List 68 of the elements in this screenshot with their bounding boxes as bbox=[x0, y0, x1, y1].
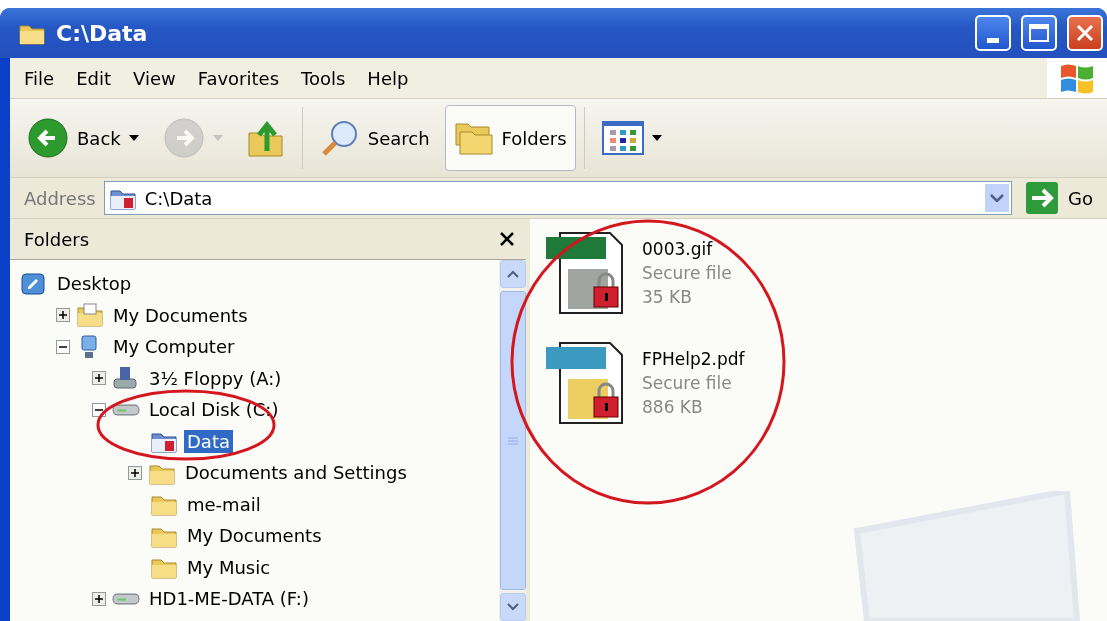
go-button[interactable]: Go bbox=[1020, 182, 1099, 214]
floppy-drive-icon bbox=[112, 365, 140, 392]
address-label: Address bbox=[24, 187, 96, 209]
chevron-down-icon bbox=[990, 194, 1005, 202]
chevron-up-icon bbox=[507, 270, 519, 278]
scroll-thumb[interactable] bbox=[500, 291, 526, 590]
expand-toggle[interactable] bbox=[92, 591, 106, 606]
collapse-toggle[interactable] bbox=[56, 339, 70, 354]
file-name[interactable]: 0003.gif bbox=[642, 237, 732, 261]
menu-item[interactable]: Edit bbox=[76, 67, 111, 89]
caret-icon bbox=[651, 135, 662, 141]
menu-item[interactable]: Tools bbox=[301, 67, 346, 89]
expand-toggle[interactable] bbox=[128, 465, 142, 480]
tree-item[interactable]: HD1-ME-DATA (F:) bbox=[146, 587, 312, 611]
views-grid-icon bbox=[601, 121, 644, 155]
scrollbar[interactable] bbox=[499, 260, 526, 621]
minimize-button[interactable] bbox=[975, 15, 1011, 51]
menu-item[interactable]: Help bbox=[367, 67, 409, 89]
window-title: C:\Data bbox=[56, 20, 149, 46]
plus-icon bbox=[94, 593, 104, 604]
scroll-up-button[interactable] bbox=[500, 260, 526, 288]
tree-item[interactable]: My Computer bbox=[110, 335, 238, 359]
address-field[interactable]: C:\Data bbox=[103, 181, 1013, 215]
caret-icon bbox=[212, 135, 223, 141]
pane-title: Folders bbox=[24, 228, 89, 250]
close-icon bbox=[500, 232, 514, 246]
search-button[interactable]: Search bbox=[310, 105, 439, 171]
grip-icon bbox=[508, 436, 518, 445]
expand-toggle[interactable] bbox=[92, 371, 106, 386]
flag-logo-panel bbox=[1047, 58, 1107, 98]
maximize-icon bbox=[1028, 23, 1050, 43]
expand-toggle[interactable] bbox=[56, 308, 70, 323]
collapse-toggle[interactable] bbox=[92, 402, 106, 417]
close-pane-button[interactable] bbox=[500, 232, 514, 246]
tree-item[interactable]: My Documents bbox=[184, 524, 325, 548]
tree-item[interactable]: Data bbox=[184, 429, 233, 453]
documents-folder-icon bbox=[76, 302, 104, 329]
tree-item[interactable]: me-mail bbox=[184, 492, 264, 516]
desktop-icon bbox=[20, 270, 48, 297]
close-icon bbox=[1075, 23, 1095, 43]
file-name[interactable]: FPHelp2.pdf bbox=[642, 347, 745, 371]
file-type: Secure file bbox=[642, 262, 732, 285]
disk-drive-icon bbox=[112, 403, 140, 416]
file-type: Secure file bbox=[642, 372, 733, 395]
menu-item[interactable]: File bbox=[24, 67, 55, 89]
tree-item[interactable]: 3½ Floppy (A:) bbox=[146, 366, 285, 390]
dropdown-button[interactable] bbox=[985, 184, 1010, 212]
maximize-button[interactable] bbox=[1021, 15, 1057, 51]
close-button[interactable] bbox=[1067, 15, 1103, 51]
plus-icon bbox=[130, 467, 140, 478]
back-button[interactable]: Back bbox=[18, 105, 148, 171]
scroll-down-button[interactable] bbox=[500, 593, 526, 621]
chevron-down-icon bbox=[507, 603, 519, 611]
tree-item[interactable]: Desktop bbox=[54, 272, 135, 296]
plus-icon bbox=[94, 373, 104, 384]
menu-item[interactable]: View bbox=[133, 67, 176, 89]
caret-icon bbox=[128, 135, 139, 141]
file-size: 35 KB bbox=[642, 286, 693, 309]
folders-icon bbox=[453, 120, 494, 156]
minimize-icon bbox=[987, 37, 999, 43]
folders-button[interactable]: Folders bbox=[444, 105, 576, 171]
tree-item[interactable]: My Music bbox=[184, 555, 274, 579]
disk-drive-icon bbox=[112, 592, 140, 605]
tree-item[interactable]: Documents and Settings bbox=[182, 461, 410, 485]
tree-item[interactable]: My Documents bbox=[110, 303, 251, 327]
plus-icon bbox=[58, 310, 68, 321]
menu-item[interactable]: Favorites bbox=[197, 67, 279, 89]
file-size: 886 KB bbox=[642, 396, 704, 419]
